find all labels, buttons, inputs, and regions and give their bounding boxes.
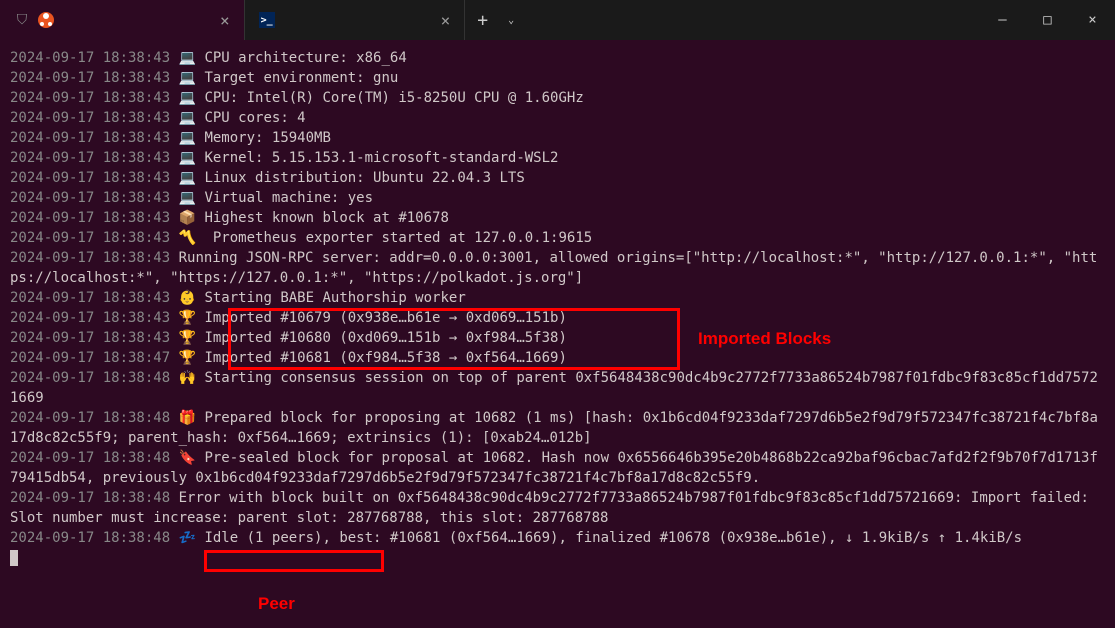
window-controls: — □ × (980, 0, 1115, 40)
log-timestamp: 2024-09-17 18:38:48 (10, 450, 170, 466)
log-line: 📦 Highest known block at #10678 (179, 210, 449, 226)
log-timestamp: 2024-09-17 18:38:43 (10, 50, 170, 66)
log-line: 💻 Kernel: 5.15.153.1-microsoft-standard-… (179, 150, 559, 166)
log-timestamp: 2024-09-17 18:38:48 (10, 370, 170, 386)
log-timestamp: 2024-09-17 18:38:48 (10, 530, 170, 546)
log-timestamp: 2024-09-17 18:38:43 (10, 290, 170, 306)
titlebar: ⛉ × >_ × + ⌄ — □ × (0, 0, 1115, 40)
ubuntu-icon (38, 12, 54, 28)
log-line: 🏆 Imported #10679 (0x938e…b61e → 0xd069…… (179, 310, 567, 326)
cursor (10, 550, 18, 566)
log-line: 💻 Linux distribution: Ubuntu 22.04.3 LTS (179, 170, 525, 186)
annotation-peer: Peer (258, 594, 295, 614)
log-line: 💻 Memory: 15940MB (179, 130, 331, 146)
tabs-container: ⛉ × >_ × + ⌄ (0, 0, 522, 40)
log-timestamp: 2024-09-17 18:38:43 (10, 170, 170, 186)
log-line: 👶 Starting BABE Authorship worker (179, 290, 466, 306)
log-line: Running JSON-RPC server: addr=0.0.0.0:30… (10, 250, 1097, 286)
tab-powershell[interactable]: >_ × (245, 0, 466, 40)
log-timestamp: 2024-09-17 18:38:43 (10, 210, 170, 226)
log-line: 🙌 Starting consensus session on top of p… (10, 370, 1098, 406)
log-line: 💤 Idle (1 peers), best: #10681 (0xf564…1… (179, 530, 1022, 546)
close-tab-icon[interactable]: × (220, 11, 230, 30)
log-timestamp: 2024-09-17 18:38:47 (10, 350, 170, 366)
tab-ubuntu[interactable]: ⛉ × (0, 0, 245, 40)
log-line: 💻 CPU cores: 4 (179, 110, 306, 126)
log-timestamp: 2024-09-17 18:38:43 (10, 230, 170, 246)
log-timestamp: 2024-09-17 18:38:48 (10, 410, 170, 426)
new-tab-button[interactable]: + (465, 0, 500, 40)
log-line: 💻 Virtual machine: yes (179, 190, 373, 206)
log-timestamp: 2024-09-17 18:38:43 (10, 110, 170, 126)
shield-icon: ⛉ (14, 12, 30, 28)
log-timestamp: 2024-09-17 18:38:43 (10, 310, 170, 326)
powershell-icon: >_ (259, 12, 275, 28)
log-line: 💻 CPU: Intel(R) Core(TM) i5-8250U CPU @ … (179, 90, 584, 106)
log-line: 🏆 Imported #10680 (0xd069…151b → 0xf984…… (179, 330, 567, 346)
log-timestamp: 2024-09-17 18:38:43 (10, 250, 170, 266)
close-window-button[interactable]: × (1070, 0, 1115, 40)
log-line: 💻 Target environment: gnu (179, 70, 399, 86)
tab-dropdown-icon[interactable]: ⌄ (500, 0, 522, 40)
terminal-output[interactable]: 2024-09-17 18:38:43 💻 CPU architecture: … (0, 40, 1115, 576)
log-line: 🏆 Imported #10681 (0xf984…5f38 → 0xf564…… (179, 350, 567, 366)
log-timestamp: 2024-09-17 18:38:48 (10, 490, 170, 506)
log-line: 💻 CPU architecture: x86_64 (179, 50, 407, 66)
log-line: 🎁 Prepared block for proposing at 10682 … (10, 410, 1098, 446)
log-timestamp: 2024-09-17 18:38:43 (10, 70, 170, 86)
log-line: 🔖 Pre-sealed block for proposal at 10682… (10, 450, 1098, 486)
log-timestamp: 2024-09-17 18:38:43 (10, 90, 170, 106)
log-line: Error with block built on 0xf5648438c90d… (10, 490, 1097, 526)
log-line: 〽️ Prometheus exporter started at 127.0.… (179, 230, 593, 246)
maximize-button[interactable]: □ (1025, 0, 1070, 40)
minimize-button[interactable]: — (980, 0, 1025, 40)
close-tab-icon[interactable]: × (441, 11, 451, 30)
log-timestamp: 2024-09-17 18:38:43 (10, 130, 170, 146)
log-timestamp: 2024-09-17 18:38:43 (10, 330, 170, 346)
log-timestamp: 2024-09-17 18:38:43 (10, 150, 170, 166)
log-timestamp: 2024-09-17 18:38:43 (10, 190, 170, 206)
